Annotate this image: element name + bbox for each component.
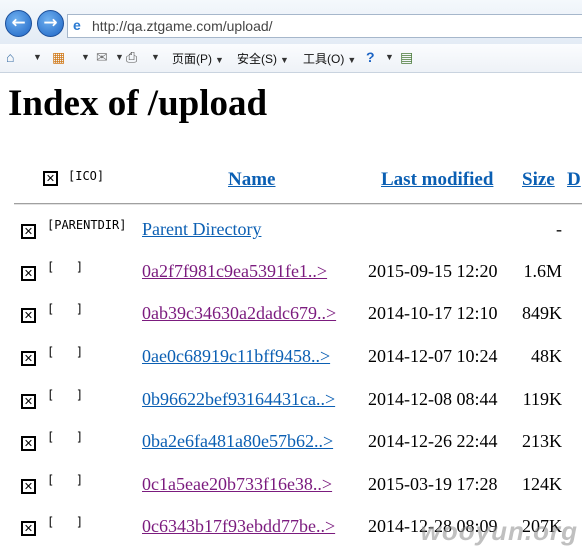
- print-icon[interactable]: ⎙: [126, 49, 137, 65]
- row-size: 849K: [522, 303, 562, 323]
- file-link[interactable]: 0c6343b17f93ebdd77be..>: [142, 516, 335, 537]
- watermark: wooyun.org: [420, 516, 578, 546]
- safety-menu[interactable]: 安全(S) ▼: [237, 50, 289, 67]
- page-title: Index of /upload: [8, 83, 268, 124]
- column-header-name[interactable]: Name: [228, 169, 275, 191]
- parent-directory-link[interactable]: Parent Directory: [142, 219, 261, 240]
- broken-image-icon: [21, 394, 36, 409]
- help-dropdown-icon[interactable]: ▼: [385, 52, 394, 62]
- row-icon-alt-text: [ ]: [47, 515, 84, 529]
- print-dropdown-icon[interactable]: ▼: [151, 52, 160, 62]
- mail-icon[interactable]: ✉: [96, 49, 108, 65]
- browser-address-bar: ← → e http://qa.ztgame.com/upload/: [0, 0, 582, 44]
- broken-image-icon: [21, 436, 36, 451]
- broken-image-icon: [21, 308, 36, 323]
- row-size: 124K: [522, 474, 562, 494]
- row-icon-alt-text: [ ]: [47, 473, 84, 487]
- row-icon-alt-text: [PARENTDIR]: [47, 218, 127, 232]
- table-row: [ ] 0c1a5eae20b733f16e38..> 2015-03-19 1…: [0, 473, 582, 503]
- row-size: 48K: [531, 346, 562, 366]
- chevron-down-icon: ▼: [347, 55, 357, 65]
- broken-image-icon: [21, 224, 36, 239]
- column-icon-alt-text: [ICO]: [68, 169, 105, 183]
- file-link[interactable]: 0ba2e6fa481a80e57b62..>: [142, 431, 333, 452]
- row-icon-alt-text: [ ]: [47, 302, 84, 316]
- column-icon-placeholder: [43, 171, 58, 186]
- research-icon[interactable]: ▤: [400, 49, 413, 65]
- safety-menu-label: 安全(S): [237, 52, 277, 66]
- row-icon-alt-text: [ ]: [47, 345, 84, 359]
- table-row: [ ] 0ab39c34630a2dadc679..> 2014-10-17 1…: [0, 302, 582, 332]
- table-row: [ ] 0b96622bef93164431ca..> 2014-12-08 0…: [0, 388, 582, 418]
- back-button[interactable]: ←: [5, 10, 32, 37]
- command-bar: ⌂ ▼ ▦ ▼ ✉ ▼ ⎙ ▼ 页面(P) ▼ 安全(S) ▼ 工具(O) ▼ ? ▼…: [0, 44, 582, 73]
- help-icon[interactable]: ?: [366, 49, 375, 65]
- mail-dropdown-icon[interactable]: ▼: [115, 52, 124, 62]
- row-size: 1.6M: [523, 261, 562, 281]
- row-last-modified: 2015-03-19 17:28: [368, 474, 498, 494]
- table-row: [ ] 0ba2e6fa481a80e57b62..> 2014-12-26 2…: [0, 430, 582, 460]
- parent-directory-row: [PARENTDIR] Parent Directory -: [0, 218, 582, 248]
- row-last-modified: 2014-12-26 22:44: [368, 431, 498, 451]
- table-row: [ ] 0ae0c68919c11bff9458..> 2014-12-07 1…: [0, 345, 582, 375]
- row-icon-alt-text: [ ]: [47, 388, 84, 402]
- url-input[interactable]: e http://qa.ztgame.com/upload/: [67, 14, 582, 38]
- row-icon-alt-text: [ ]: [47, 430, 84, 444]
- back-arrow-icon: ←: [11, 13, 26, 33]
- row-size: -: [556, 219, 562, 239]
- file-link[interactable]: 0b96622bef93164431ca..>: [142, 389, 335, 410]
- tools-menu[interactable]: 工具(O) ▼: [303, 50, 356, 67]
- broken-image-icon: [21, 351, 36, 366]
- row-icon-alt-text: [ ]: [47, 260, 84, 274]
- home-icon[interactable]: ⌂: [6, 49, 14, 65]
- chevron-down-icon: ▼: [280, 55, 289, 65]
- table-row: [ ] 0a2f7f981c9ea5391fe1..> 2015-09-15 1…: [0, 260, 582, 290]
- url-text: http://qa.ztgame.com/upload/: [92, 18, 273, 34]
- column-header-last-modified[interactable]: Last modified: [381, 169, 493, 191]
- ie-page-icon: e: [73, 17, 81, 33]
- row-size: 119K: [522, 389, 562, 409]
- row-last-modified: 2014-12-07 10:24: [368, 346, 498, 366]
- page-menu[interactable]: 页面(P) ▼: [172, 50, 224, 67]
- row-size: 213K: [522, 431, 562, 451]
- tools-menu-label: 工具(O): [303, 52, 345, 66]
- column-header-size[interactable]: Size: [522, 169, 555, 191]
- broken-image-icon: [21, 521, 36, 536]
- file-link[interactable]: 0a2f7f981c9ea5391fe1..>: [142, 261, 327, 282]
- broken-image-icon: [21, 266, 36, 281]
- file-link[interactable]: 0ab39c34630a2dadc679..>: [142, 303, 336, 324]
- row-last-modified: 2015-09-15 12:20: [368, 261, 498, 281]
- page-menu-label: 页面(P): [172, 52, 212, 66]
- feeds-dropdown-icon[interactable]: ▼: [81, 52, 90, 62]
- file-link[interactable]: 0ae0c68919c11bff9458..>: [142, 346, 330, 367]
- column-header-description[interactable]: D: [567, 169, 581, 191]
- feeds-icon[interactable]: ▦: [52, 49, 65, 65]
- file-link[interactable]: 0c1a5eae20b733f16e38..>: [142, 474, 332, 495]
- header-divider: [14, 203, 582, 205]
- chevron-down-icon: ▼: [215, 55, 224, 65]
- forward-arrow-icon: →: [43, 13, 58, 33]
- row-last-modified: 2014-10-17 12:10: [368, 303, 498, 323]
- row-last-modified: 2014-12-08 08:44: [368, 389, 498, 409]
- broken-image-icon: [21, 479, 36, 494]
- home-dropdown-icon[interactable]: ▼: [33, 52, 42, 62]
- forward-button[interactable]: →: [37, 10, 64, 37]
